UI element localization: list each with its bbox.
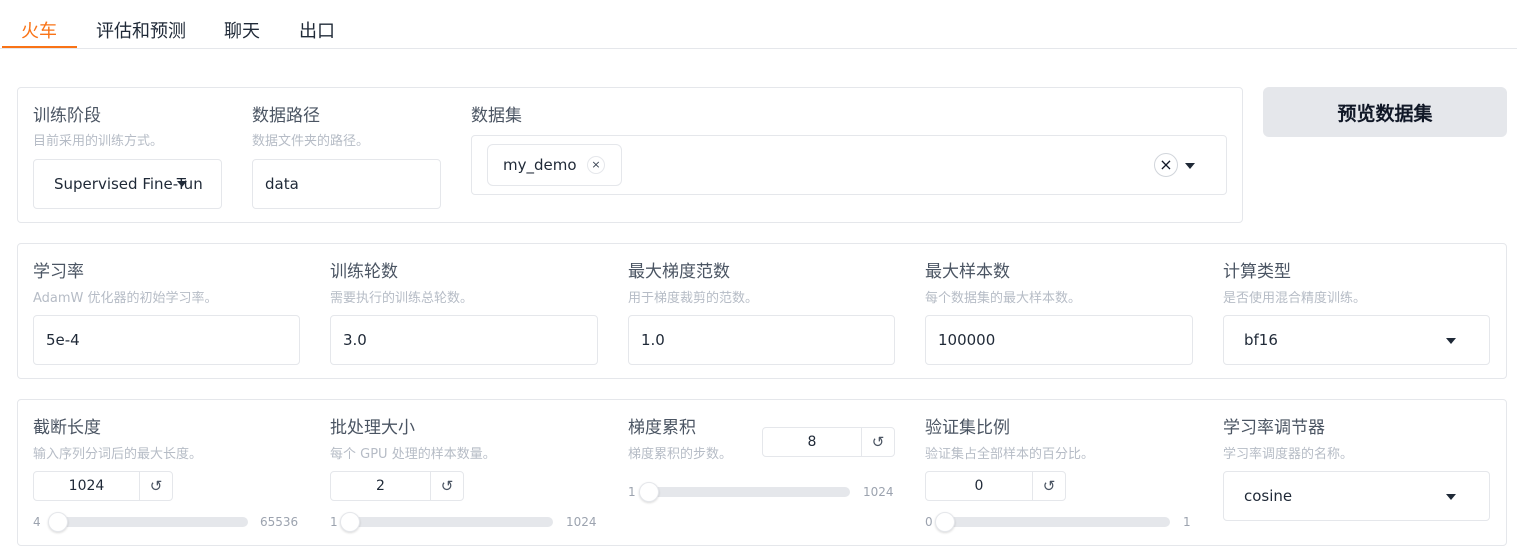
cutoff-len-value[interactable]: 1024	[34, 472, 140, 500]
dataset-dir-label: 数据路径	[252, 106, 320, 126]
dataset-label: 数据集	[471, 106, 522, 126]
compute-type-info: 是否使用混合精度训练。	[1223, 291, 1367, 306]
cutoff-len-label: 截断长度	[33, 418, 101, 438]
num-epochs-input[interactable]: 3.0	[330, 315, 598, 365]
preview-dataset-button[interactable]: 预览数据集	[1263, 87, 1507, 137]
val-size-info: 验证集占全部样本的百分比。	[925, 447, 1095, 462]
grad-accum-label: 梯度累积	[628, 418, 696, 438]
reset-icon[interactable]: ↺	[140, 472, 172, 500]
dataset-dir-info: 数据文件夹的路径。	[252, 134, 370, 149]
stage-info: 目前采用的训练方式。	[33, 134, 164, 149]
grad-accum-value[interactable]: 8	[763, 428, 862, 456]
cutoff-len-min: 4	[33, 515, 41, 529]
max-grad-norm-value: 1.0	[641, 331, 665, 349]
batch-size-number[interactable]: 2 ↺	[330, 471, 464, 501]
batch-size-min: 1	[330, 515, 338, 529]
cutoff-len-max: 65536	[260, 515, 299, 529]
lr-scheduler-label: 学习率调节器	[1223, 418, 1325, 438]
stage-label: 训练阶段	[33, 106, 101, 126]
reset-icon[interactable]: ↺	[1033, 472, 1065, 500]
batch-size-label: 批处理大小	[330, 418, 415, 438]
dataset-chip-label: my_demo	[503, 156, 577, 174]
tab-eval[interactable]: 评估和预测	[96, 17, 186, 43]
learning-rate-info: AdamW 优化器的初始学习率。	[33, 291, 218, 306]
lr-scheduler-value: cosine	[1244, 487, 1293, 505]
tab-bar: 火车 评估和预测 聊天 出口	[0, 0, 1517, 49]
cutoff-len-number[interactable]: 1024 ↺	[33, 471, 173, 501]
max-samples-input[interactable]: 100000	[925, 315, 1193, 365]
val-size-min: 0	[925, 515, 933, 529]
learning-rate-value: 5e-4	[46, 331, 80, 349]
chevron-down-icon	[1446, 494, 1456, 500]
chevron-down-icon[interactable]	[1185, 163, 1195, 169]
val-size-slider-thumb[interactable]	[935, 512, 955, 532]
tab-chat[interactable]: 聊天	[224, 17, 260, 43]
max-grad-norm-info: 用于梯度裁剪的范数。	[628, 291, 759, 306]
val-size-label: 验证集比例	[925, 418, 1010, 438]
batch-size-max: 1024	[566, 515, 597, 529]
chip-remove-icon[interactable]: ×	[587, 156, 605, 174]
max-grad-norm-label: 最大梯度范数	[628, 262, 730, 282]
compute-type-label: 计算类型	[1223, 262, 1291, 282]
learning-rate-label: 学习率	[33, 262, 84, 282]
max-samples-info: 每个数据集的最大样本数。	[925, 291, 1082, 306]
stage-select[interactable]: Supervised Fine-Tun	[33, 159, 222, 209]
compute-type-value: bf16	[1244, 331, 1278, 349]
cutoff-len-slider-thumb[interactable]	[48, 512, 68, 532]
cutoff-len-info: 输入序列分词后的最大长度。	[33, 447, 203, 462]
max-grad-norm-input[interactable]: 1.0	[628, 315, 895, 365]
num-epochs-label: 训练轮数	[330, 262, 398, 282]
val-size-slider[interactable]	[945, 517, 1170, 527]
grad-accum-slider[interactable]	[648, 487, 850, 497]
val-size-value[interactable]: 0	[926, 472, 1033, 500]
grad-accum-min: 1	[628, 485, 636, 499]
reset-icon[interactable]: ↺	[862, 428, 894, 456]
reset-icon[interactable]: ↺	[431, 472, 463, 500]
grad-accum-info: 梯度累积的步数。	[628, 447, 733, 462]
max-samples-label: 最大样本数	[925, 262, 1010, 282]
batch-size-slider[interactable]	[350, 517, 553, 527]
chevron-down-icon	[1446, 338, 1456, 344]
clear-icon[interactable]: ×	[1154, 153, 1178, 177]
val-size-number[interactable]: 0 ↺	[925, 471, 1066, 501]
grad-accum-max: 1024	[863, 485, 894, 499]
tab-export[interactable]: 出口	[299, 17, 335, 43]
batch-size-info: 每个 GPU 处理的样本数量。	[330, 447, 496, 462]
dataset-dir-input[interactable]: data	[252, 159, 441, 209]
lr-scheduler-info: 学习率调度器的名称。	[1223, 447, 1354, 462]
dataset-dir-value: data	[265, 175, 299, 193]
num-epochs-info: 需要执行的训练总轮数。	[330, 291, 474, 306]
cutoff-len-slider[interactable]	[55, 517, 248, 527]
val-size-max: 1	[1183, 515, 1191, 529]
num-epochs-value: 3.0	[343, 331, 367, 349]
max-samples-value: 100000	[938, 331, 996, 349]
tab-train[interactable]: 火车	[21, 17, 57, 43]
learning-rate-input[interactable]: 5e-4	[33, 315, 300, 365]
batch-size-value[interactable]: 2	[331, 472, 431, 500]
grad-accum-number[interactable]: 8 ↺	[762, 427, 895, 457]
active-tab-indicator	[2, 46, 77, 48]
chevron-down-icon	[177, 181, 187, 187]
